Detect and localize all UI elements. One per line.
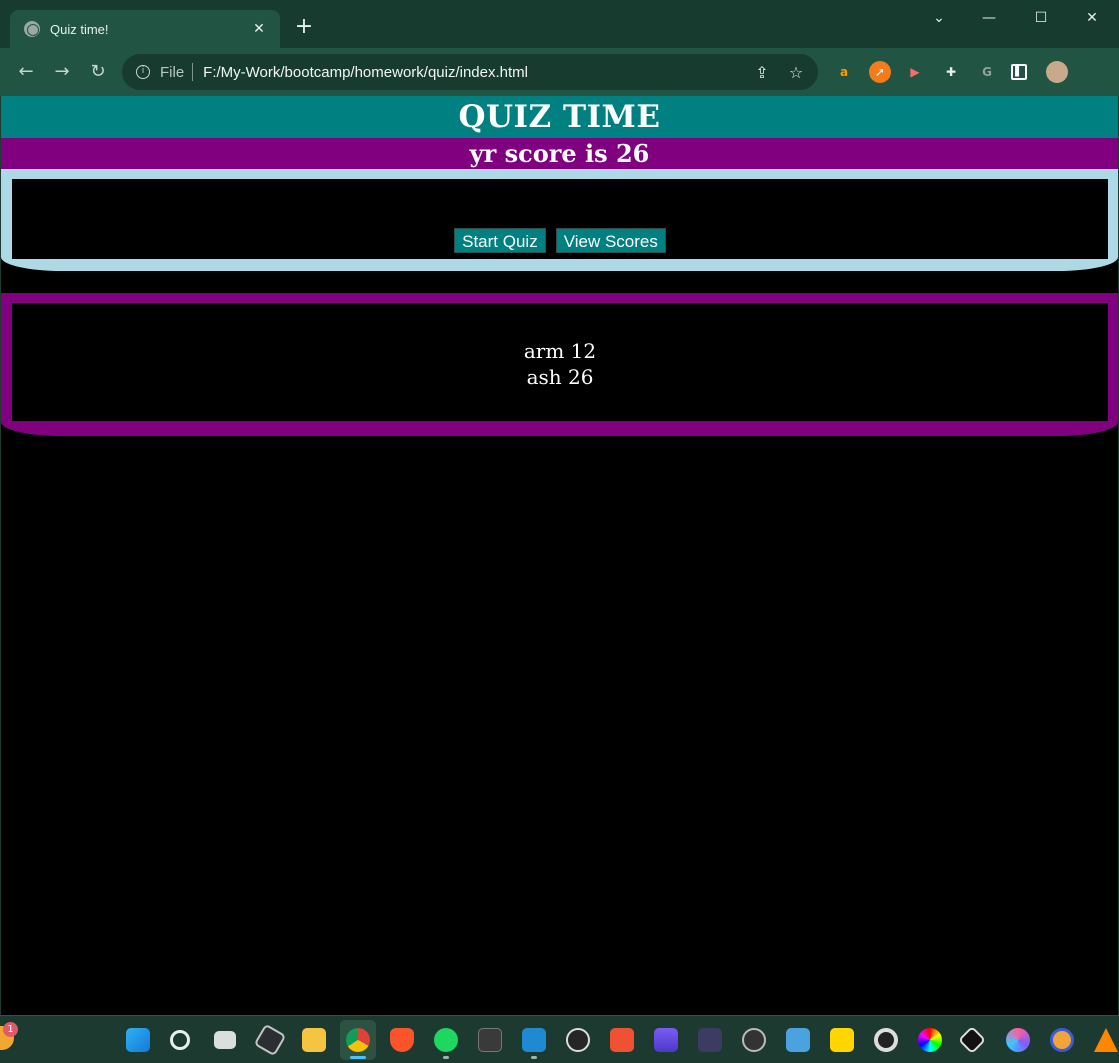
page-title: QUIZ TIME xyxy=(1,96,1118,138)
video-icon[interactable]: ▶ xyxy=(904,61,926,83)
maximize-button[interactable]: ☐ xyxy=(1018,6,1064,30)
divider xyxy=(192,63,194,81)
high-scores-panel: arm 12 ash 26 xyxy=(1,293,1118,436)
inkscape-icon[interactable] xyxy=(957,1025,987,1055)
obs-icon[interactable] xyxy=(566,1028,590,1052)
puzzle-icon[interactable]: ✚ xyxy=(940,61,962,83)
tab-title: Quiz time! xyxy=(50,21,109,37)
list-item: arm 12 xyxy=(523,339,597,363)
paint-icon[interactable] xyxy=(1006,1028,1030,1052)
notification-badge: 1 xyxy=(3,1022,18,1037)
close-window-button[interactable]: ✕ xyxy=(1069,6,1115,30)
steam-icon[interactable] xyxy=(742,1028,766,1052)
start-quiz-button[interactable]: Start Quiz xyxy=(454,228,546,253)
url-scheme: File xyxy=(160,63,185,81)
url-text[interactable]: F:/My-Work/bootcamp/homework/quiz/index.… xyxy=(203,64,750,81)
tab-close-icon[interactable]: ✕ xyxy=(250,21,268,37)
color-icon[interactable] xyxy=(918,1028,942,1052)
task-view-icon[interactable] xyxy=(214,1031,236,1049)
minimize-button[interactable]: — xyxy=(966,6,1012,30)
controls-panel-inner: Start Quiz View Scores xyxy=(12,179,1108,259)
git-icon[interactable] xyxy=(610,1028,634,1052)
amazon-icon[interactable]: a xyxy=(833,61,855,83)
page-viewport: QUIZ TIME yr score is 26 Start Quiz View… xyxy=(1,96,1118,1015)
search-icon[interactable] xyxy=(170,1030,190,1050)
clapper-icon[interactable] xyxy=(654,1028,678,1052)
share-icon[interactable]: ⇪ xyxy=(750,63,774,82)
vscode-icon[interactable] xyxy=(522,1028,546,1052)
high-scores-list: arm 12 ash 26 xyxy=(12,303,1108,421)
terminal-icon[interactable] xyxy=(478,1028,502,1052)
controls-panel: Start Quiz View Scores xyxy=(1,169,1118,271)
app-icon[interactable] xyxy=(698,1028,722,1052)
notepad-icon[interactable] xyxy=(786,1028,810,1052)
reload-button[interactable]: ↻ xyxy=(86,60,110,84)
unity-icon[interactable] xyxy=(253,1023,287,1057)
address-bar[interactable]: i File F:/My-Work/bootcamp/homework/quiz… xyxy=(122,54,818,90)
spotify-icon[interactable] xyxy=(434,1028,458,1052)
sticky-notes-icon[interactable] xyxy=(830,1028,854,1052)
vlc-icon[interactable] xyxy=(1094,1028,1118,1052)
back-button[interactable]: ← xyxy=(14,60,38,84)
score-message: yr score is 26 xyxy=(1,138,1118,169)
browser-tab[interactable]: Quiz time! ✕ xyxy=(10,10,280,48)
running-indicator xyxy=(443,1056,449,1059)
taskbar: 1 xyxy=(0,1015,1119,1063)
tab-search-icon[interactable]: ⌄ xyxy=(916,6,962,30)
brave-icon[interactable] xyxy=(390,1028,414,1052)
view-scores-button[interactable]: View Scores xyxy=(555,228,666,253)
globe-icon xyxy=(24,21,40,37)
running-indicator xyxy=(531,1056,537,1059)
google-icon[interactable]: G xyxy=(976,61,998,83)
new-tab-button[interactable]: + xyxy=(292,16,316,38)
headset-icon[interactable] xyxy=(1050,1028,1074,1052)
davinci-icon[interactable] xyxy=(874,1028,898,1052)
profile-avatar[interactable] xyxy=(1046,61,1068,83)
active-indicator xyxy=(350,1056,366,1059)
bookmark-star-icon[interactable]: ☆ xyxy=(784,63,808,82)
file-explorer-icon[interactable] xyxy=(302,1028,326,1052)
sidebar-icon[interactable]: ▌ xyxy=(1011,64,1027,80)
chrome-icon[interactable] xyxy=(346,1028,370,1052)
list-item: ash 26 xyxy=(526,365,594,389)
tab-strip: Quiz time! ✕ + ⌄ — ☐ ✕ xyxy=(0,0,1119,48)
ask-icon[interactable]: ➚ xyxy=(869,61,891,83)
windows-start-icon[interactable] xyxy=(126,1028,150,1052)
info-icon[interactable]: i xyxy=(136,65,150,79)
forward-button[interactable]: → xyxy=(50,60,74,84)
